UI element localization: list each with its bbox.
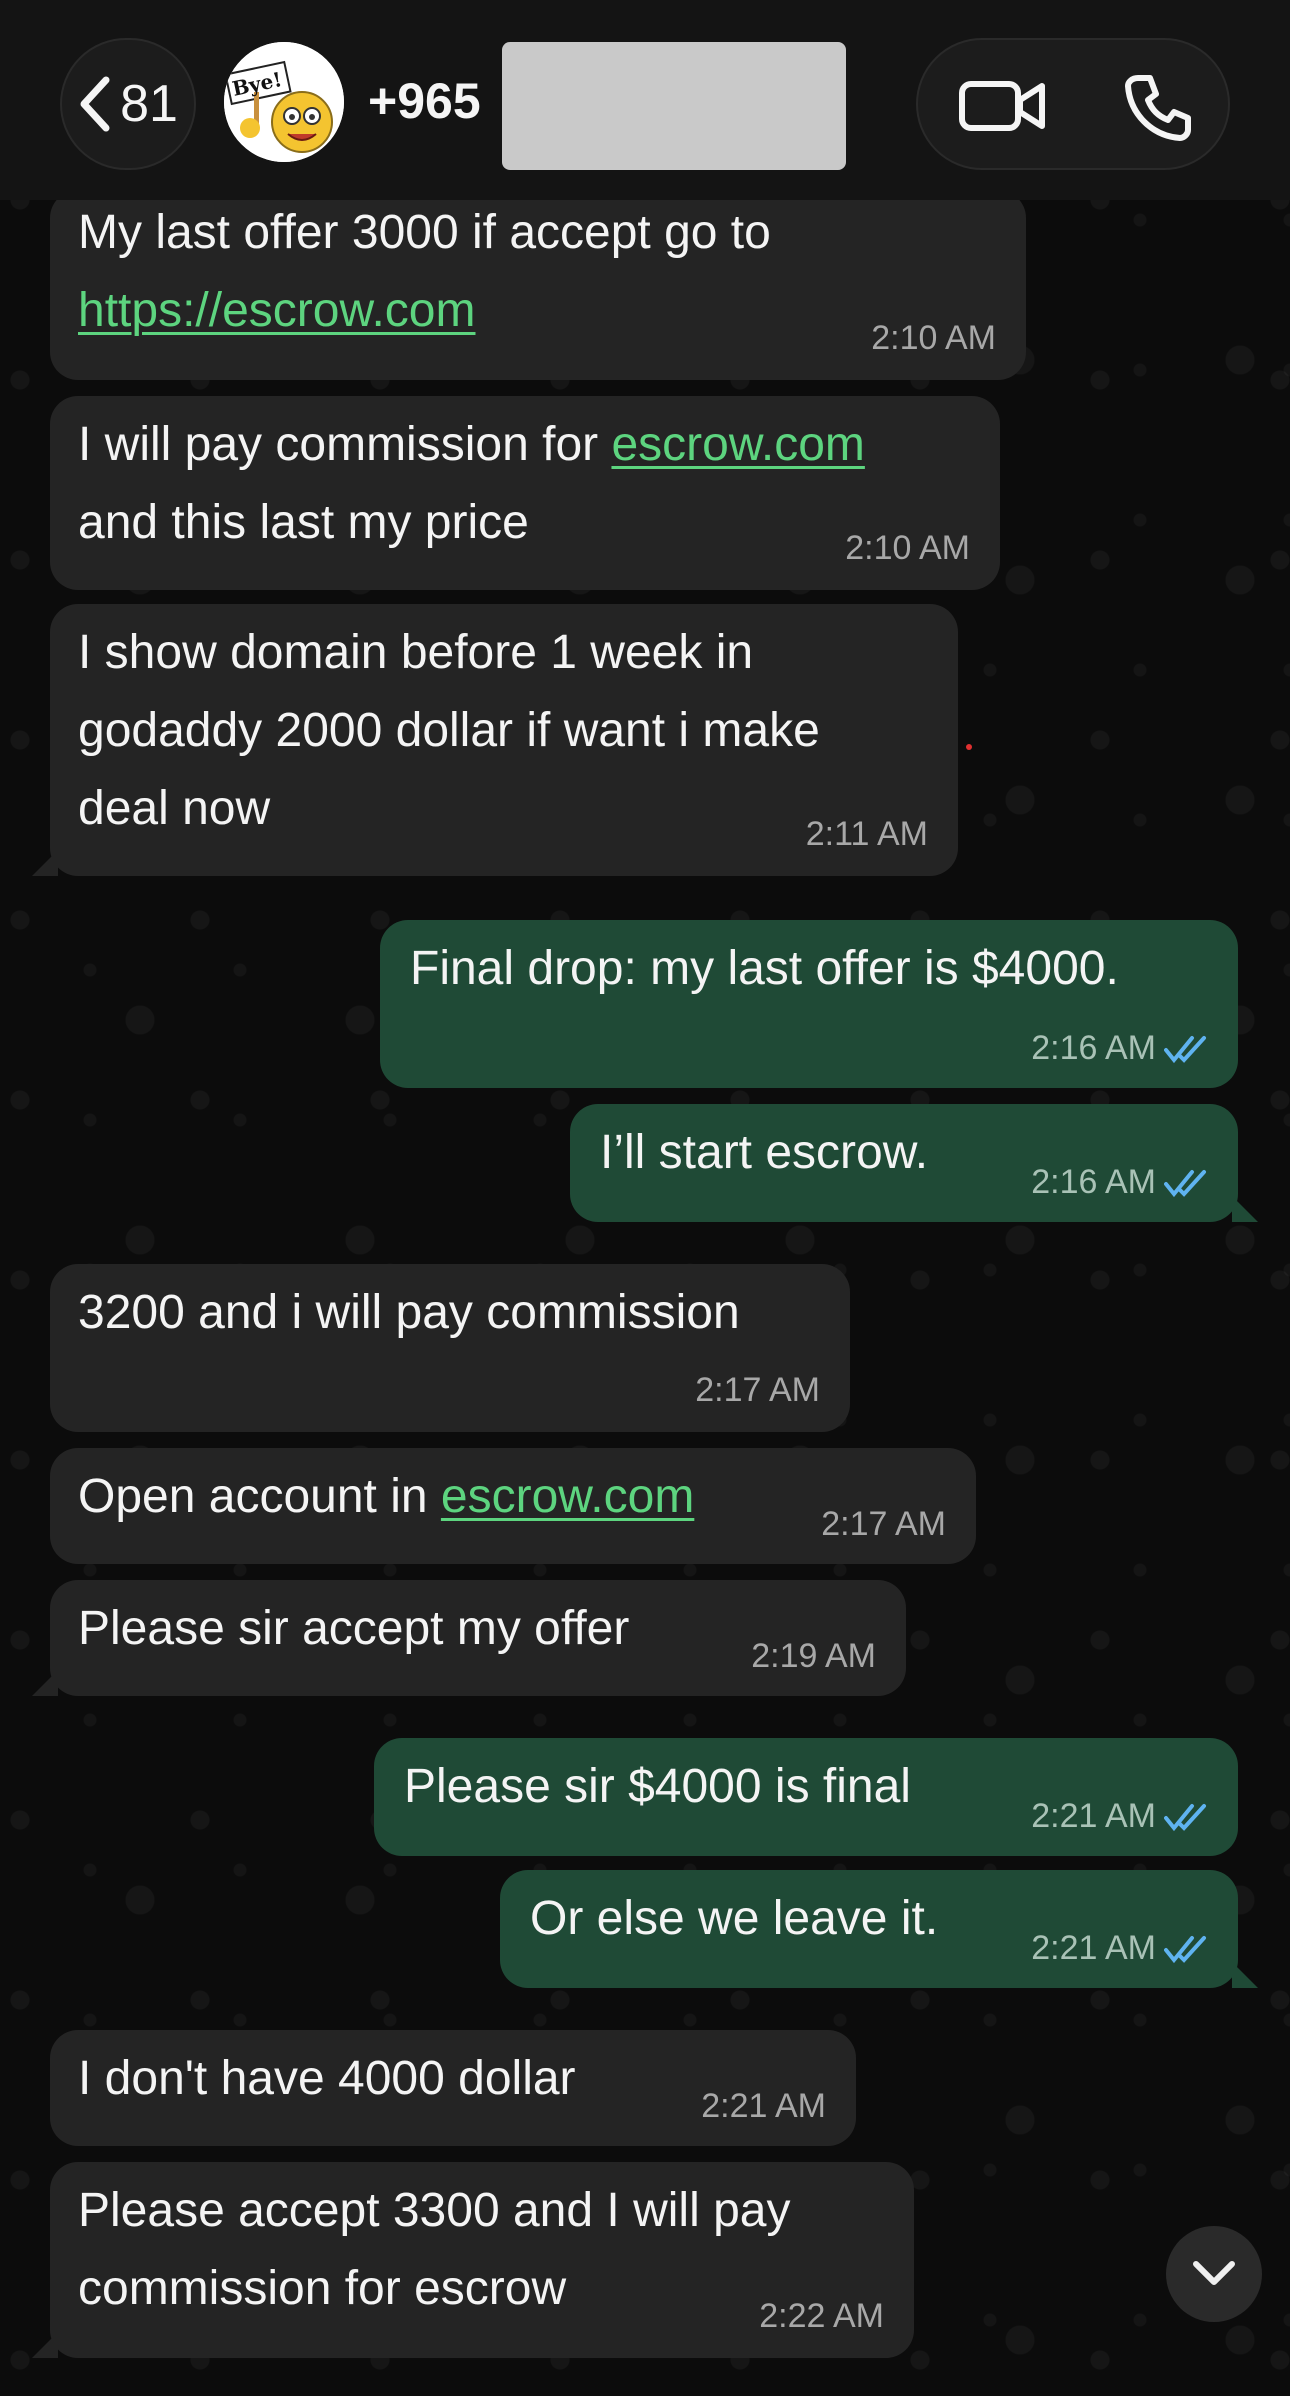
message-time: 2:16 AM <box>1031 1029 1156 1067</box>
read-receipt-icon <box>1164 1170 1206 1198</box>
escrow-link[interactable]: https://escrow.com <box>78 284 475 337</box>
message-time: 2:10 AM <box>845 529 970 567</box>
message-text: and this last my price <box>78 496 529 549</box>
chat-header: 81 Bye! +965 <box>0 0 1290 200</box>
message-text: I don't have 4000 dollar <box>78 2052 576 2105</box>
message-time: 2:21 AM <box>701 2087 826 2125</box>
message-text: Or else we leave it. <box>530 1892 939 1945</box>
message-time: 2:16 AM <box>1031 1163 1156 1201</box>
message-bubble-incoming[interactable]: I don't have 4000 dollar 2:21 AM <box>50 2030 856 2146</box>
message-time: 2:17 AM <box>821 1505 946 1543</box>
message-text: Open account in <box>78 1470 441 1523</box>
message-bubble-incoming[interactable]: I show domain before 1 week in godaddy 2… <box>50 604 958 876</box>
message-text: I will pay commission for <box>78 418 612 471</box>
message-time: 2:11 AM <box>805 815 928 853</box>
message-text: I’ll start escrow. <box>600 1126 929 1179</box>
message-text: My last offer 3000 if accept go to <box>78 206 771 259</box>
escrow-link[interactable]: escrow.com <box>441 1470 694 1523</box>
message-text: Please sir accept my offer <box>78 1602 630 1655</box>
message-bubble-incoming[interactable]: Please sir accept my offer 2:19 AM <box>50 1580 906 1696</box>
message-bubble-incoming[interactable]: I will pay commission for escrow.com and… <box>50 396 1000 590</box>
back-button[interactable]: 81 <box>60 38 196 170</box>
message-time: 2:19 AM <box>751 1637 876 1675</box>
scroll-to-bottom-button[interactable] <box>1166 2226 1262 2322</box>
message-text: 3200 and i will pay commission <box>78 1286 740 1339</box>
bubble-tail <box>32 2332 58 2358</box>
message-bubble-incoming[interactable]: My last offer 3000 if accept go to https… <box>50 190 1026 380</box>
read-receipt-icon <box>1164 1036 1206 1064</box>
message-bubble-outgoing[interactable]: Final drop: my last offer is $4000. 2:16… <box>380 920 1238 1088</box>
message-time: 2:17 AM <box>695 1371 820 1409</box>
message-bubble-outgoing[interactable]: I’ll start escrow. 2:16 AM <box>570 1104 1238 1222</box>
bye-sticker-avatar <box>224 42 344 162</box>
message-text: godaddy 2000 dollar if want i make <box>78 704 820 757</box>
bubble-tail <box>1232 1962 1258 1988</box>
contact-name[interactable]: +965 <box>368 72 481 130</box>
read-receipt-icon <box>1164 1936 1206 1964</box>
avatar[interactable]: Bye! <box>224 42 344 162</box>
unread-count: 81 <box>120 75 178 133</box>
bubble-tail <box>32 1670 58 1696</box>
message-bubble-outgoing[interactable]: Or else we leave it. 2:21 AM <box>500 1870 1238 1988</box>
message-text: I show domain before 1 week in <box>78 626 754 679</box>
message-text: Please accept 3300 and I will pay <box>78 2184 791 2237</box>
indicator-dot <box>966 744 972 750</box>
message-bubble-outgoing[interactable]: Please sir $4000 is final 2:21 AM <box>374 1738 1238 1856</box>
message-bubble-incoming[interactable]: Open account in escrow.com 2:17 AM <box>50 1448 976 1564</box>
call-actions <box>916 38 1230 170</box>
message-time: 2:21 AM <box>1031 1929 1156 1967</box>
escrow-link[interactable]: escrow.com <box>611 418 864 471</box>
message-time: 2:10 AM <box>871 319 996 357</box>
message-time: 2:22 AM <box>759 2297 884 2335</box>
message-text: commission for escrow <box>78 2262 567 2315</box>
read-receipt-icon <box>1164 1804 1206 1832</box>
message-text: Please sir $4000 is final <box>404 1760 911 1813</box>
phone-icon[interactable] <box>1122 72 1194 144</box>
chevron-left-icon <box>80 76 110 132</box>
message-text: Final drop: my last offer is $4000. <box>410 942 1119 995</box>
redacted-number-block <box>502 42 846 170</box>
message-time: 2:21 AM <box>1031 1797 1156 1835</box>
message-text: deal now <box>78 782 271 835</box>
bubble-tail <box>32 850 58 876</box>
message-bubble-incoming[interactable]: Please accept 3300 and I will pay commis… <box>50 2162 914 2358</box>
video-call-icon[interactable] <box>958 78 1048 134</box>
chevron-down-icon <box>1193 2261 1235 2285</box>
message-bubble-incoming[interactable]: 3200 and i will pay commission 2:17 AM <box>50 1264 850 1432</box>
bubble-tail <box>1232 1196 1258 1222</box>
